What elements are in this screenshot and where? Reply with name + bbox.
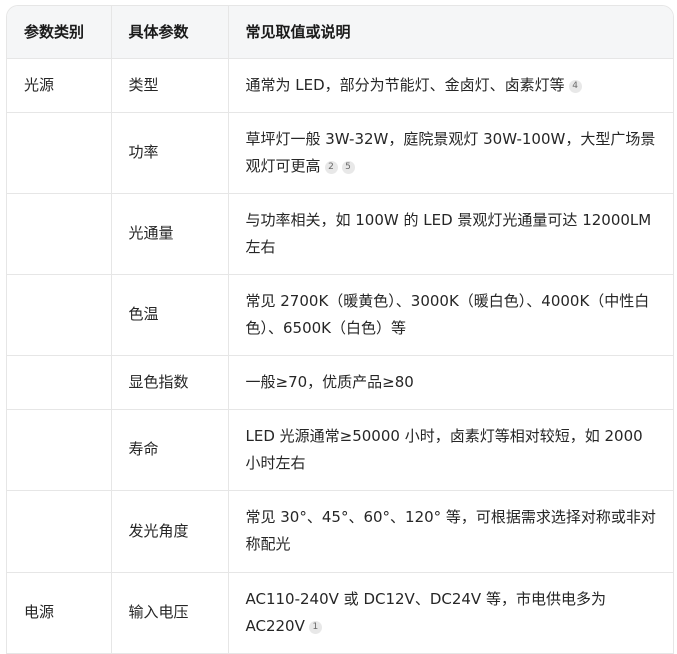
desc-text: 常见 30°、45°、60°、120° 等，可根据需求选择对称或非对称配光: [245, 508, 656, 553]
cell-desc: AC110-240V 或 DC12V、DC24V 等，市电供电多为 AC220V…: [228, 572, 673, 654]
desc-text: 草坪灯一般 3W-32W，庭院景观灯 30W-100W，大型广场景观灯可更高: [245, 129, 656, 175]
desc-text: 一般≥70，优质产品≥80: [245, 372, 414, 391]
desc-text: 常见 2700K（暖黄色）、3000K（暖白色）、4000K（中性白色）、650…: [245, 291, 650, 337]
table-row: 色温 常见 2700K（暖黄色）、3000K（暖白色）、4000K（中性白色）、…: [7, 274, 673, 356]
table-row: 电源 输入电压 AC110-240V 或 DC12V、DC24V 等，市电供电多…: [7, 572, 673, 654]
cell-category: [7, 490, 112, 573]
parameter-table-grid: 参数类别 具体参数 常见取值或说明 光源 类型 通常为 LED，部分为节能灯、金…: [7, 6, 673, 654]
table-row: 发光角度 常见 30°、45°、60°、120° 等，可根据需求选择对称或非对称…: [7, 490, 673, 573]
citation-badge[interactable]: 4: [568, 79, 582, 93]
cell-param: 光通量: [111, 193, 229, 275]
cell-category: [7, 274, 112, 356]
cell-param: 寿命: [111, 409, 229, 491]
cell-param: 类型: [111, 58, 229, 113]
cell-param: 输入电压: [111, 572, 229, 654]
cell-param: 功率: [111, 112, 229, 194]
citation-badge[interactable]: 1: [308, 620, 322, 634]
cell-desc: LED 光源通常≥50000 小时，卤素灯等相对较短，如 2000 小时左右: [228, 409, 673, 491]
cell-param: 显色指数: [111, 355, 229, 410]
cell-desc: 一般≥70，优质产品≥80: [228, 355, 673, 410]
header-desc: 常见取值或说明: [228, 6, 673, 59]
header-category: 参数类别: [7, 6, 112, 59]
table-row: 寿命 LED 光源通常≥50000 小时，卤素灯等相对较短，如 2000 小时左…: [7, 409, 673, 491]
table-row: 功率 草坪灯一般 3W-32W，庭院景观灯 30W-100W，大型广场景观灯可更…: [7, 112, 673, 194]
cell-category: [7, 355, 112, 410]
desc-text: 通常为 LED，部分为节能灯、金卤灯、卤素灯等: [245, 75, 565, 94]
cell-param: 发光角度: [111, 490, 229, 573]
cell-desc: 常见 30°、45°、60°、120° 等，可根据需求选择对称或非对称配光: [228, 490, 673, 573]
table-row: 显色指数 一般≥70，优质产品≥80: [7, 355, 673, 410]
cell-category: 光源: [7, 58, 112, 113]
cell-category: [7, 112, 112, 194]
desc-text: 与功率相关，如 100W 的 LED 景观灯光通量可达 12000LM 左右: [245, 210, 652, 256]
table-row: 光通量 与功率相关，如 100W 的 LED 景观灯光通量可达 12000LM …: [7, 193, 673, 275]
desc-text: AC110-240V 或 DC12V、DC24V 等，市电供电多为 AC220V: [245, 589, 606, 635]
citation-badge[interactable]: 2: [324, 160, 338, 174]
cell-desc: 通常为 LED，部分为节能灯、金卤灯、卤素灯等 4: [228, 58, 673, 113]
parameter-table: 参数类别 具体参数 常见取值或说明 光源 类型 通常为 LED，部分为节能灯、金…: [6, 5, 674, 654]
cell-desc: 与功率相关，如 100W 的 LED 景观灯光通量可达 12000LM 左右: [228, 193, 673, 275]
cell-category: [7, 193, 112, 275]
desc-text: LED 光源通常≥50000 小时，卤素灯等相对较短，如 2000 小时左右: [245, 426, 643, 472]
cell-category: [7, 409, 112, 491]
citation-badge[interactable]: 5: [341, 160, 355, 174]
cell-param: 色温: [111, 274, 229, 356]
cell-category: 电源: [7, 572, 112, 654]
cell-desc: 草坪灯一般 3W-32W，庭院景观灯 30W-100W，大型广场景观灯可更高 2 5: [228, 112, 673, 194]
header-param: 具体参数: [111, 6, 229, 59]
table-row: 光源 类型 通常为 LED，部分为节能灯、金卤灯、卤素灯等 4: [7, 58, 673, 113]
cell-desc: 常见 2700K（暖黄色）、3000K（暖白色）、4000K（中性白色）、650…: [228, 274, 673, 356]
table-header-row: 参数类别 具体参数 常见取值或说明: [7, 6, 673, 59]
